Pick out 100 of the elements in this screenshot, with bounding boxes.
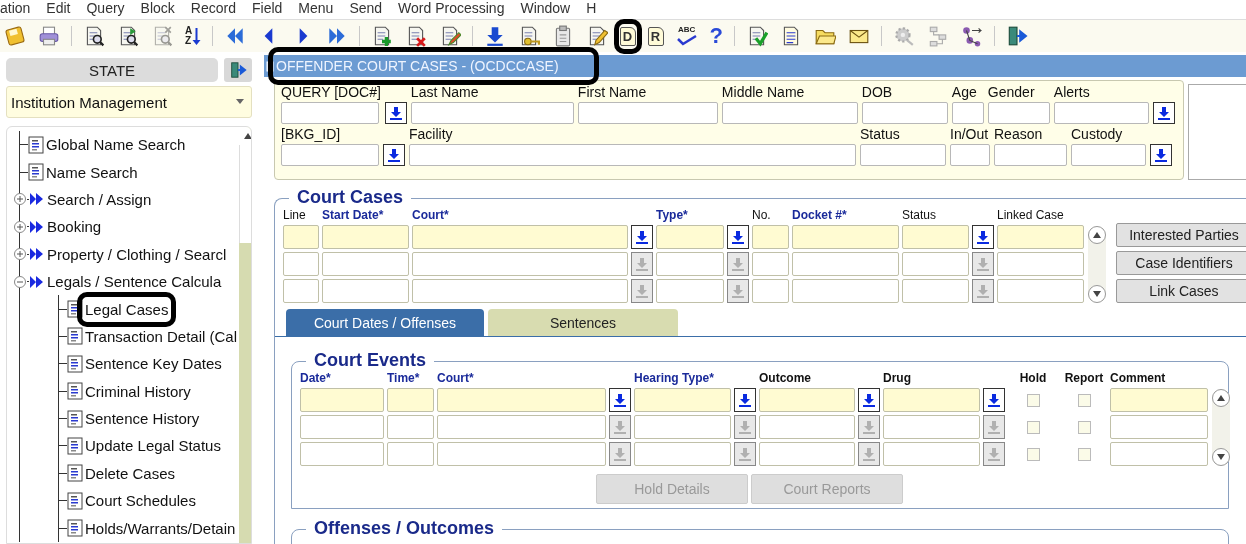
lookup-button[interactable] (609, 388, 631, 412)
lookup-button[interactable] (983, 388, 1005, 412)
input-field[interactable] (437, 442, 606, 466)
spell-check-button[interactable]: ABC (675, 26, 698, 46)
input-field[interactable] (410, 102, 574, 124)
input-field[interactable] (322, 225, 409, 249)
lookup-button[interactable] (734, 388, 756, 412)
menu-item[interactable]: Send (349, 0, 383, 17)
exit-button[interactable] (224, 58, 252, 82)
input-field[interactable] (902, 225, 969, 249)
input-field[interactable] (656, 279, 724, 303)
tree-item[interactable]: Transaction Detail (Cal (83, 326, 239, 346)
input-field[interactable] (283, 225, 319, 249)
expand-toggle-icon[interactable] (13, 274, 27, 289)
input-field[interactable] (759, 442, 855, 466)
input-field[interactable] (861, 102, 948, 124)
module-dropdown[interactable]: Institution Management (6, 86, 252, 118)
checkbox[interactable] (1026, 393, 1040, 407)
menu-item[interactable]: Word Processing (398, 0, 505, 17)
menu-item[interactable]: H (586, 0, 597, 17)
input-field[interactable] (577, 102, 718, 124)
input-field[interactable] (997, 252, 1084, 276)
tree-item[interactable]: Update Legal Status (83, 436, 223, 456)
input-field[interactable] (752, 279, 789, 303)
tree-item[interactable]: Search / Assign (45, 189, 154, 209)
lookup-button[interactable] (1152, 102, 1175, 124)
document-button[interactable]: R (647, 26, 664, 46)
sort-button[interactable]: AZ (185, 26, 201, 46)
lookup-button[interactable] (972, 225, 994, 249)
tree-item[interactable]: Legals / Sentence Calcula (45, 272, 224, 292)
menu-item[interactable]: Record (190, 0, 236, 17)
tree-item[interactable]: Holds/Warrants/Detain (83, 518, 238, 538)
tree-item[interactable]: Property / Clothing / Searcl (45, 244, 229, 264)
input-field[interactable] (994, 144, 1067, 166)
input-field[interactable] (997, 225, 1084, 249)
tree-item[interactable]: Sentence Key Dates (83, 354, 224, 374)
input-field[interactable] (792, 279, 899, 303)
checkbox[interactable] (1026, 447, 1040, 461)
input-field[interactable] (759, 388, 855, 412)
expand-toggle-icon[interactable] (13, 247, 27, 262)
input-field[interactable] (387, 442, 434, 466)
input-field[interactable] (387, 388, 434, 412)
input-field[interactable] (950, 144, 990, 166)
input-field[interactable] (1110, 442, 1208, 466)
input-field[interactable] (387, 415, 434, 439)
input-field[interactable] (902, 279, 969, 303)
action-button[interactable]: Case Identifiers (1116, 251, 1246, 275)
tree-item[interactable]: Criminal History (83, 381, 193, 401)
flowchart-icon[interactable] (927, 25, 949, 47)
menu-item[interactable]: Menu (298, 0, 334, 17)
input-field[interactable] (656, 225, 724, 249)
expand-toggle-icon[interactable] (13, 192, 27, 207)
scroll-down-button[interactable] (1212, 448, 1230, 466)
input-field[interactable] (883, 442, 980, 466)
input-field[interactable] (412, 225, 628, 249)
input-field[interactable] (283, 252, 319, 276)
menu-item[interactable]: Block (140, 0, 175, 17)
tab[interactable]: Sentences (488, 309, 678, 336)
lookup-button[interactable] (1150, 144, 1172, 166)
tree-item[interactable]: Global Name Search (44, 135, 188, 155)
input-field[interactable] (412, 279, 628, 303)
lookup-button[interactable] (631, 225, 653, 249)
checkbox[interactable] (1077, 447, 1091, 461)
input-field[interactable] (883, 415, 980, 439)
scrollbar[interactable] (1212, 389, 1230, 466)
menu-item[interactable]: Window (520, 0, 571, 17)
input-field[interactable] (634, 415, 731, 439)
input-field[interactable] (283, 279, 319, 303)
lookup-button[interactable] (727, 225, 749, 249)
tab[interactable]: Court Dates / Offenses (286, 309, 484, 336)
input-field[interactable] (300, 388, 384, 412)
checkbox[interactable] (1077, 393, 1091, 407)
checkbox[interactable] (1026, 420, 1040, 434)
input-field[interactable] (322, 279, 409, 303)
input-field[interactable] (300, 442, 384, 466)
input-field[interactable] (1110, 415, 1208, 439)
input-field[interactable] (409, 144, 856, 166)
checkbox[interactable] (1077, 420, 1091, 434)
tree-item[interactable]: Legal Cases (83, 299, 171, 319)
lookup-button[interactable] (858, 388, 880, 412)
input-field[interactable] (883, 388, 980, 412)
expand-toggle-icon[interactable] (13, 219, 27, 234)
gear-icon[interactable] (893, 25, 915, 47)
tree-item[interactable]: Court Schedules (83, 491, 198, 511)
scrollbar[interactable] (1088, 226, 1106, 303)
input-field[interactable] (412, 252, 628, 276)
input-field[interactable] (997, 279, 1084, 303)
input-field[interactable] (759, 415, 855, 439)
input-field[interactable] (721, 102, 858, 124)
tree-item[interactable]: Delete Cases (83, 463, 178, 483)
scroll-up-button[interactable] (1212, 389, 1230, 407)
menu-item[interactable]: Query (86, 0, 125, 17)
action-button[interactable]: Link Cases (1116, 279, 1246, 303)
input-field[interactable] (300, 415, 384, 439)
input-field[interactable] (281, 144, 379, 166)
tree-item[interactable]: Sentence History (83, 409, 202, 429)
input-field[interactable] (634, 388, 731, 412)
tree-item[interactable]: Name Search (44, 162, 140, 182)
help-button[interactable]: ? (709, 25, 723, 47)
input-field[interactable] (437, 388, 606, 412)
